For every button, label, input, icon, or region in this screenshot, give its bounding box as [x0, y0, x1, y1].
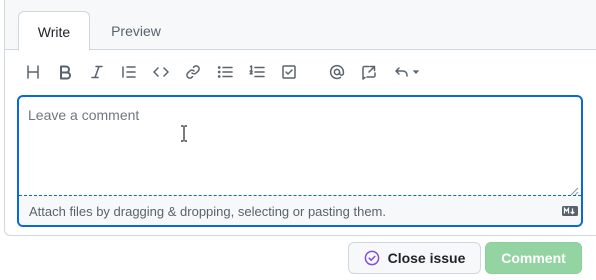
text-cursor-icon [181, 125, 187, 142]
numbered-list-icon[interactable] [243, 58, 271, 86]
close-issue-button[interactable]: Close issue [348, 242, 481, 274]
comment-textarea[interactable] [19, 97, 581, 195]
tab-bar: Write Preview [5, 0, 596, 51]
attach-files-hint[interactable]: Attach files by dragging & dropping, sel… [29, 204, 386, 219]
bulleted-list-icon[interactable] [211, 58, 239, 86]
markdown-icon[interactable] [562, 206, 578, 216]
resize-grip-icon[interactable] [569, 183, 579, 196]
task-list-icon[interactable] [275, 58, 303, 86]
code-icon[interactable] [147, 58, 175, 86]
reference-icon[interactable] [355, 58, 383, 86]
undo-icon[interactable] [389, 58, 425, 86]
comment-editor: Attach files by dragging & dropping, sel… [17, 95, 583, 227]
markdown-toolbar [0, 58, 596, 88]
attach-files-bar[interactable]: Attach files by dragging & dropping, sel… [19, 195, 581, 225]
link-icon[interactable] [179, 58, 207, 86]
italic-icon[interactable] [83, 58, 111, 86]
heading-icon[interactable] [19, 58, 47, 86]
close-issue-label: Close issue [387, 250, 466, 266]
comment-label: Comment [501, 250, 566, 266]
issue-closed-icon [364, 250, 379, 266]
comment-button[interactable]: Comment [485, 242, 582, 274]
bold-icon[interactable] [51, 58, 79, 86]
tab-write[interactable]: Write [18, 11, 90, 51]
mention-icon[interactable] [323, 58, 351, 86]
chevron-down-icon [412, 70, 420, 74]
tab-preview[interactable]: Preview [97, 11, 175, 51]
quote-icon[interactable] [115, 58, 143, 86]
